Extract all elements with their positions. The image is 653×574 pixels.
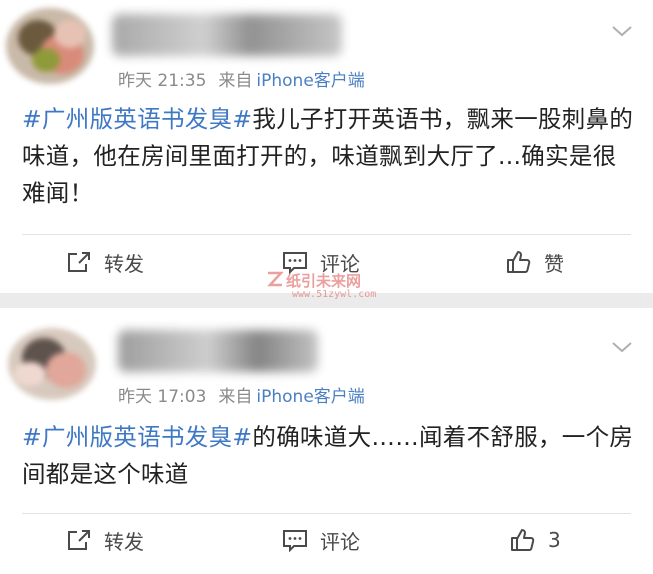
post-card-2: 昨天 17:03 来自 iPhone客户端 #广州版英语书发臭#的确味道大……闻着不… [0,308,653,574]
comment-icon [283,252,307,274]
post-meta: 昨天 17:03 来自 iPhone客户端 [118,382,365,407]
post-time: 昨天 21:35 [118,71,207,91]
like-button[interactable]: 赞 [506,242,564,282]
feed-gap [0,293,653,308]
repost-icon [68,530,90,550]
chevron-down-icon[interactable] [611,336,633,358]
avatar-blurred[interactable] [0,0,112,90]
post-source[interactable]: iPhone客户端 [256,387,364,407]
username-blurred[interactable] [112,14,342,56]
like-button[interactable]: 3 [510,520,561,560]
hashtag-link[interactable]: #广州版英语书发臭# [22,423,252,451]
comment-button[interactable]: 评论 [282,520,360,560]
repost-icon [68,252,90,272]
like-label: 赞 [544,251,564,276]
action-bar: 转发 评论 3 [0,520,653,560]
like-icon [511,529,535,551]
post-content: #广州版英语书发臭#我儿子打开英语书，飘来一股刺鼻的味道，他在房间里面打开的，味… [22,101,637,212]
post-meta: 昨天 21:35 来自 iPhone客户端 [118,66,365,91]
from-label: 来自 [218,387,253,407]
like-count: 3 [548,528,561,552]
avatar-blurred[interactable] [0,312,112,408]
repost-button[interactable]: 转发 [66,242,144,282]
comment-icon [283,530,307,552]
repost-label: 转发 [104,529,144,554]
like-icon [507,251,531,273]
action-bar: 转发 评论 赞 [0,242,653,282]
comment-label: 评论 [320,251,360,276]
repost-label: 转发 [104,251,144,276]
post-card-1: 昨天 21:35 来自 iPhone客户端 #广州版英语书发臭#我儿子打开英语书，飘… [0,0,653,293]
post-source[interactable]: iPhone客户端 [256,71,364,91]
post-content: #广州版英语书发臭#的确味道大……闻着不舒服，一个房间都是这个味道 [22,419,637,493]
comment-button[interactable]: 评论 [282,242,360,282]
divider [22,513,631,514]
repost-button[interactable]: 转发 [66,520,144,560]
from-label: 来自 [218,71,253,91]
post-time: 昨天 17:03 [118,387,207,407]
chevron-down-icon[interactable] [611,20,633,42]
divider [22,234,631,235]
comment-label: 评论 [320,529,360,554]
hashtag-link[interactable]: #广州版英语书发臭# [22,105,252,133]
username-blurred[interactable] [118,330,318,372]
